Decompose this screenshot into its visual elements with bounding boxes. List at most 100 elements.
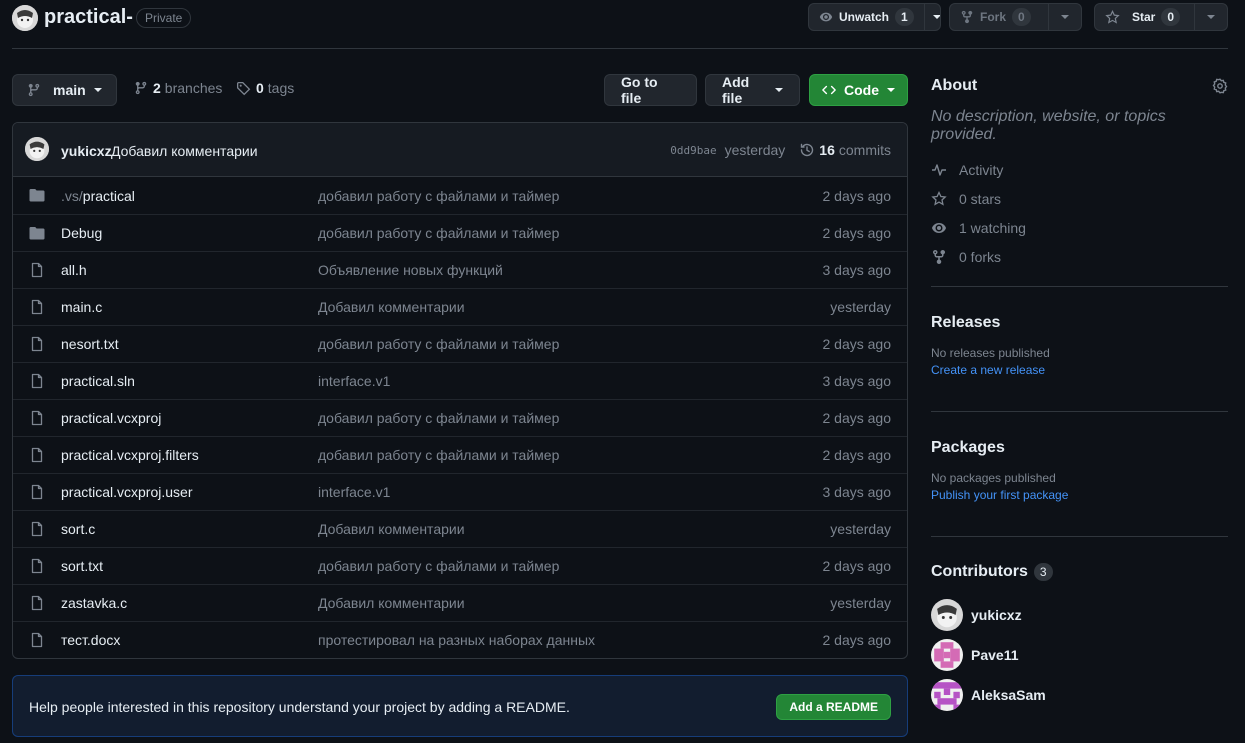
commits-label: commits: [838, 142, 891, 158]
file-name[interactable]: zastavka.c: [61, 595, 127, 611]
create-release-link[interactable]: Create a new release: [931, 363, 1228, 377]
go-to-file-label: Go to file: [621, 74, 658, 106]
file-icon-wrap: [29, 299, 45, 315]
file-commit-message[interactable]: interface.v1: [318, 484, 390, 500]
file-commit-message[interactable]: Добавил комментарии: [318, 299, 465, 315]
owner-avatar[interactable]: [12, 5, 38, 31]
stars-link[interactable]: 0 stars: [931, 184, 1228, 213]
file-commit-message[interactable]: добавил работу с файлами и таймер: [318, 558, 559, 574]
tags-link[interactable]: 0 tags: [236, 80, 294, 96]
branch-name: main: [53, 82, 86, 98]
file-commit-message[interactable]: добавил работу с файлами и таймер: [318, 336, 559, 352]
file-name[interactable]: Debug: [61, 225, 102, 241]
divider: [931, 286, 1228, 287]
stars-label: 0 stars: [959, 190, 1002, 207]
contributor-item[interactable]: yukicxz: [931, 595, 1228, 635]
file-commit-message[interactable]: протестировал на разных наборах данных: [318, 632, 595, 648]
file-name[interactable]: practical.vcxproj: [61, 410, 161, 426]
contributor-name: AleksaSam: [971, 687, 1046, 703]
table-row[interactable]: sort.c Добавил комментарии yesterday: [13, 510, 907, 547]
table-row[interactable]: practical.vcxproj.user interface.v1 3 days…: [13, 473, 907, 510]
commit-message[interactable]: Добавил комментарии: [111, 143, 258, 159]
code-button[interactable]: Code: [809, 74, 908, 106]
gear-icon[interactable]: [1212, 78, 1228, 94]
file-icon: [31, 632, 43, 648]
file-commit-message[interactable]: interface.v1: [318, 373, 390, 389]
commit-meta: 0dd9bae yesterday 16 commits: [670, 142, 891, 158]
contributor-item[interactable]: Pave11: [931, 635, 1228, 675]
watching-link[interactable]: 1 watching: [931, 213, 1228, 242]
star-count: 0: [1161, 8, 1181, 26]
table-row[interactable]: practical.vcxproj добавил работу с файлам…: [13, 399, 907, 436]
branches-link[interactable]: 2 branches: [134, 80, 222, 96]
file-name[interactable]: тест.docx: [61, 632, 120, 648]
avatar: [931, 639, 963, 671]
file-commit-message[interactable]: добавил работу с файлами и таймер: [318, 188, 559, 204]
avatar: [931, 679, 963, 711]
file-commit-message[interactable]: добавил работу с файлами и таймер: [318, 225, 559, 241]
file-commit-message[interactable]: Добавил комментарии: [318, 521, 465, 537]
folder-icon-wrap: [29, 187, 45, 203]
file-commit-message[interactable]: Добавил комментарии: [318, 595, 465, 611]
branch-selector[interactable]: main: [12, 74, 117, 106]
file-name-text: nesort.txt: [61, 336, 119, 352]
star-label: Star: [1132, 10, 1156, 24]
table-row[interactable]: zastavka.c Добавил комментарии yesterday: [13, 584, 907, 621]
table-row[interactable]: .vs/practical добавил работу с файлами и …: [13, 177, 907, 214]
fork-dropdown[interactable]: [1048, 4, 1081, 30]
branch-icon: [28, 83, 40, 97]
unwatch-button[interactable]: Unwatch 1: [809, 4, 924, 30]
file-name[interactable]: practical.vcxproj.filters: [61, 447, 199, 463]
watch-dropdown[interactable]: [923, 4, 940, 30]
file-commit-message[interactable]: Объявление новых функций: [318, 262, 503, 278]
repo-name[interactable]: practical-: [44, 6, 133, 29]
file-name[interactable]: sort.c: [61, 521, 95, 537]
file-icon: [31, 447, 43, 463]
file-commit-message[interactable]: добавил работу с файлами и таймер: [318, 410, 559, 426]
file-name-text: sort.c: [61, 521, 96, 537]
table-row[interactable]: sort.txt добавил работу с файлами и тайме…: [13, 547, 907, 584]
file-commit-message[interactable]: добавил работу с файлами и таймер: [318, 447, 559, 463]
file-name[interactable]: practical.sln: [61, 373, 135, 389]
commit-author-avatar[interactable]: [25, 137, 49, 161]
contributor-item[interactable]: AleksaSam: [931, 675, 1228, 715]
fork-icon: [933, 249, 945, 264]
commit-author[interactable]: yukicxz: [61, 143, 112, 159]
file-name[interactable]: .vs/practical: [61, 188, 135, 204]
file-age: 2 days ago: [822, 632, 892, 648]
add-file-button[interactable]: Add file: [705, 74, 800, 106]
publish-package-link[interactable]: Publish your first package: [931, 488, 1228, 502]
file-name[interactable]: all.h: [61, 262, 87, 278]
table-row[interactable]: Debug добавил работу с файлами и таймер 2 …: [13, 214, 907, 251]
table-row[interactable]: nesort.txt добавил работу с файлами и тай…: [13, 325, 907, 362]
activity-link[interactable]: Activity: [931, 155, 1228, 184]
go-to-file-button[interactable]: Go to file: [604, 74, 697, 106]
file-icon: [31, 484, 43, 500]
contributors-title[interactable]: Contributors: [931, 563, 1028, 581]
star-button[interactable]: Star 0: [1095, 4, 1194, 30]
file-age: yesterday: [830, 521, 891, 537]
about-title: About: [931, 77, 978, 94]
table-row[interactable]: тест.docx протестировал на разных наборах…: [13, 621, 907, 658]
table-row[interactable]: practical.vcxproj.filters добавил работу …: [13, 436, 907, 473]
file-age: 2 days ago: [822, 187, 892, 204]
commit-sha[interactable]: 0dd9bae: [670, 144, 716, 157]
packages-title[interactable]: Packages: [931, 439, 1228, 457]
table-row[interactable]: main.c Добавил комментарии yesterday: [13, 288, 907, 325]
file-icon-wrap: [29, 373, 45, 389]
file-name[interactable]: nesort.txt: [61, 336, 119, 352]
star-dropdown[interactable]: [1194, 4, 1227, 30]
file-name-text: main.c: [61, 299, 103, 315]
commits-history-link[interactable]: 16 commits: [799, 142, 891, 158]
table-row[interactable]: all.h Объявление новых функций 3 days ago: [13, 251, 907, 288]
file-icon: [31, 336, 43, 352]
releases-title[interactable]: Releases: [931, 314, 1228, 332]
fork-count: 0: [1012, 8, 1031, 26]
file-name[interactable]: practical.vcxproj.user: [61, 484, 193, 500]
file-name[interactable]: sort.txt: [61, 558, 103, 574]
add-readme-button[interactable]: Add a README: [776, 694, 891, 720]
table-row[interactable]: practical.sln interface.v1 3 days ago: [13, 362, 907, 399]
forks-link[interactable]: 0 forks: [931, 242, 1228, 271]
file-name[interactable]: main.c: [61, 299, 102, 315]
fork-button[interactable]: Fork 0: [950, 4, 1048, 30]
